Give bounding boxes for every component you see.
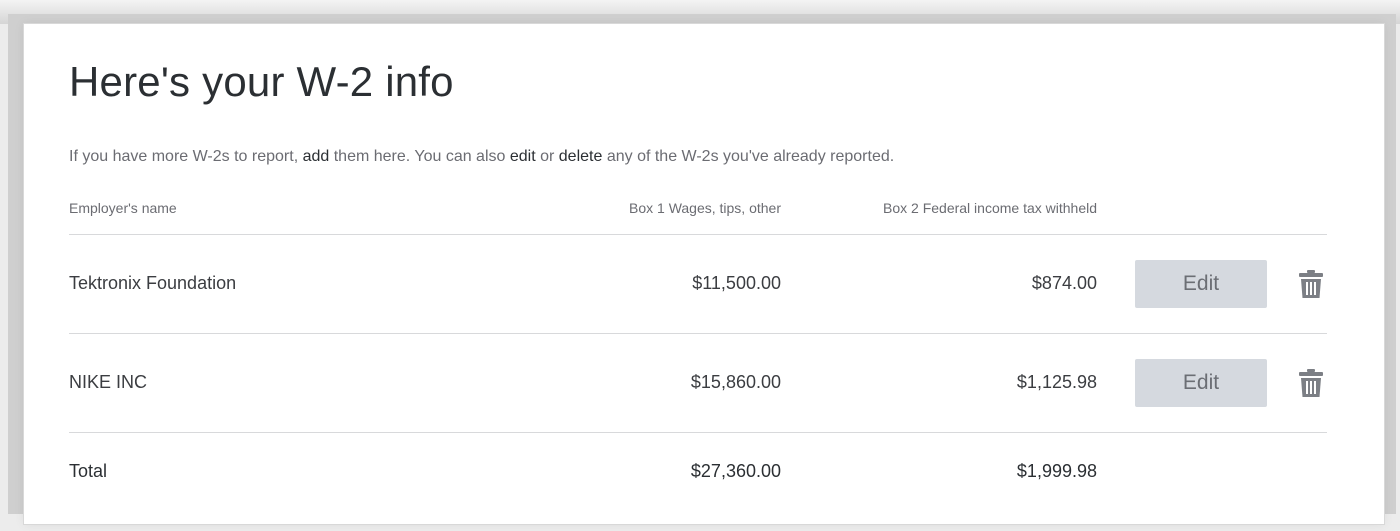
total-box2: $1,999.98 [1016,461,1097,481]
trash-icon[interactable] [1298,269,1324,299]
total-row: Total $27,360.00 $1,999.98 [0,433,1400,531]
employer-name: Tektronix Foundation [69,273,237,293]
column-header-employer: Employer's name [69,200,177,216]
table-row: NIKE INC $15,860.00 $1,125.98 Edit [0,334,1400,432]
box2-withheld: $1,125.98 [1016,372,1097,392]
column-header-box1: Box 1 Wages, tips, other [629,200,781,216]
intro-text-part: any of the W-2s you've already reported. [602,148,895,165]
table-row: Tektronix Foundation $11,500.00 $874.00 … [0,235,1400,333]
add-w2-link[interactable]: add [303,148,330,165]
edit-w2-link[interactable]: edit [510,148,536,165]
delete-w2-link[interactable]: delete [559,148,603,165]
box1-wages: $15,860.00 [690,372,781,392]
page-title: Here's your W-2 info [69,58,454,105]
column-header-box2: Box 2 Federal income tax withheld [883,200,1097,216]
intro-text: If you have more W-2s to report, add the… [69,148,894,166]
total-label: Total [69,461,108,481]
intro-text-part: If you have more W-2s to report, [69,148,303,165]
trash-icon[interactable] [1298,368,1324,398]
box1-wages: $11,500.00 [692,273,781,293]
edit-w2-button[interactable]: Edit [1135,260,1267,308]
box2-withheld: $874.00 [1031,273,1097,293]
employer-name: NIKE INC [69,372,148,392]
intro-text-part: them here. You can also [329,148,510,165]
intro-text-part: or [535,148,559,165]
total-box1: $27,360.00 [690,461,781,481]
edit-w2-button[interactable]: Edit [1135,359,1267,407]
